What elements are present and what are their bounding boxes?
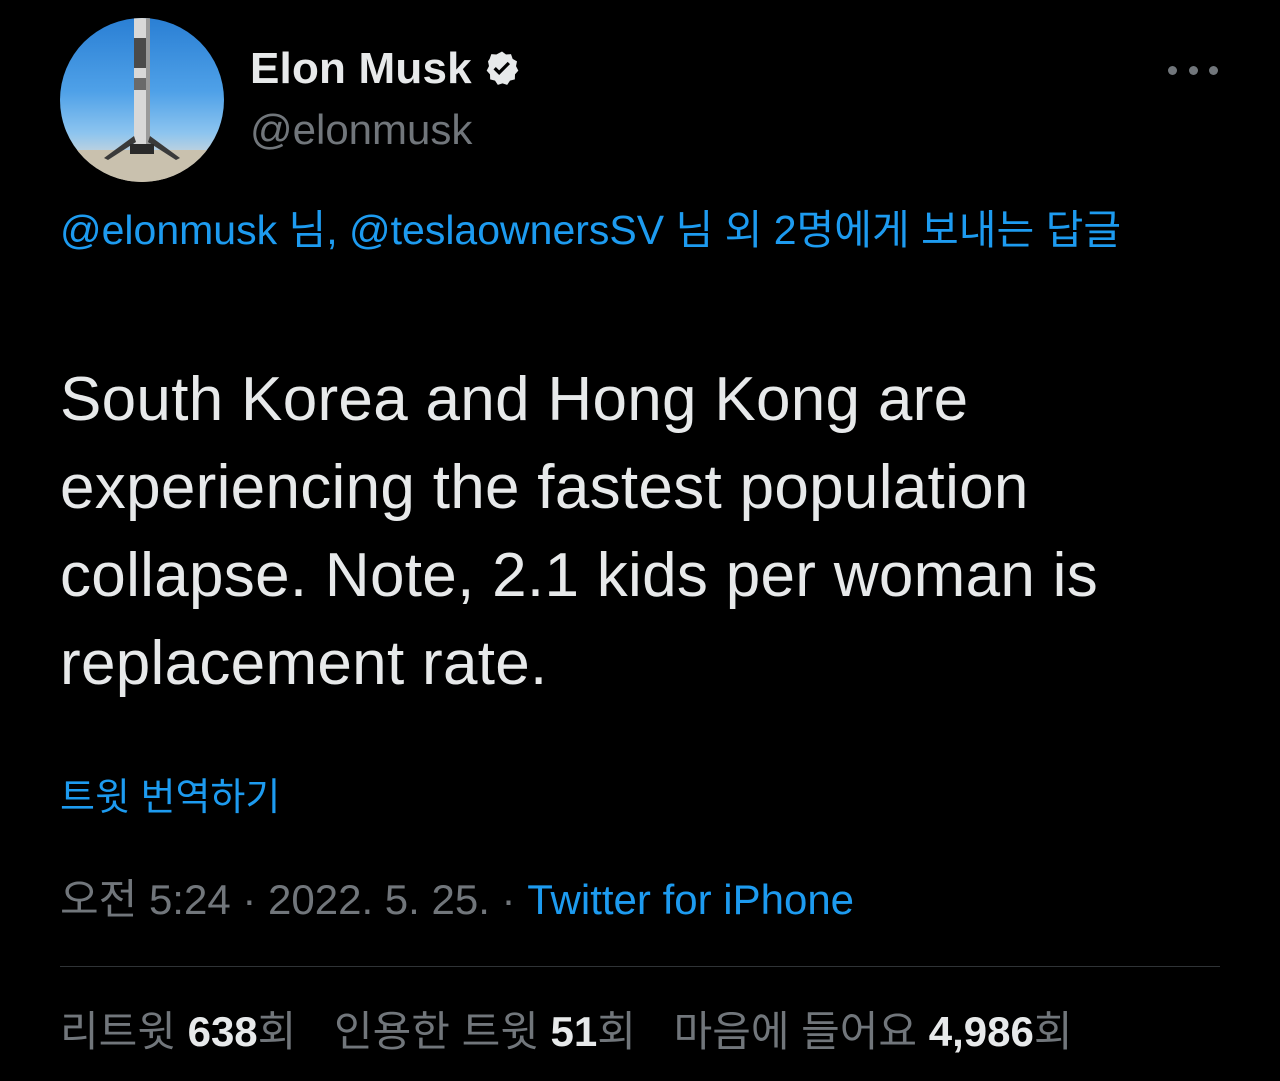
quotes-label: 인용한 트윗 (333, 1008, 551, 1055)
more-dot (1188, 65, 1198, 75)
quotes-unit: 회 (597, 1008, 636, 1055)
quotes-count: 51 (550, 1008, 598, 1055)
tweet-meta: 오전 5:24 · 2022. 5. 25. · Twitter for iPh… (60, 866, 854, 927)
likes-label: 마음에 들어요 (673, 1008, 929, 1055)
retweets-label: 리트윗 (60, 1008, 188, 1055)
reply-mention-teslaownerssv[interactable]: @teslaownersSV (349, 207, 664, 253)
more-dot (1209, 65, 1218, 75)
retweets-count: 638 (187, 1008, 258, 1055)
author-handle[interactable]: @elonmusk (250, 106, 472, 154)
tweet-time[interactable]: 오전 5:24 (60, 876, 231, 923)
meta-separator: · (489, 876, 528, 923)
likes-count: 4,986 (928, 1008, 1034, 1055)
meta-separator: · (230, 876, 269, 923)
tweet-detail: Elon Musk @elonmusk @elonmusk 님, @teslao… (0, 0, 1280, 1081)
translate-tweet-link[interactable]: 트윗 번역하기 (60, 766, 280, 821)
reply-context-text: 님, (277, 207, 349, 253)
tweet-stats: 리트윗 638회 인용한 트윗 51회 마음에 들어요 4,986회 (60, 998, 1099, 1059)
quotes-stat[interactable]: 인용한 트윗 51회 (334, 1008, 636, 1055)
more-options-icon[interactable] (1168, 56, 1218, 84)
likes-unit: 회 (1033, 1008, 1073, 1055)
avatar[interactable] (60, 18, 224, 182)
tweet-text: South Korea and Hong Kong are experienci… (60, 365, 1099, 698)
verified-badge-icon (482, 49, 522, 89)
retweets-stat[interactable]: 리트윗 638회 (60, 1008, 296, 1055)
likes-stat[interactable]: 마음에 들어요 4,986회 (674, 1008, 1073, 1055)
divider (60, 966, 1220, 967)
avatar-image (60, 18, 224, 182)
reply-mention-elonmusk[interactable]: @elonmusk (60, 207, 277, 253)
tweet-source-link[interactable]: Twitter for iPhone (527, 876, 854, 923)
reply-context: @elonmusk 님, @teslaownersSV 님 외 2명에게 보내는… (60, 200, 1220, 260)
display-name[interactable]: Elon Musk (250, 44, 472, 94)
author-name-row[interactable]: Elon Musk (250, 44, 522, 94)
tweet-date[interactable]: 2022. 5. 25. (268, 876, 490, 923)
more-dot (1168, 65, 1177, 75)
reply-context-text: 님 외 2명에게 보내는 답글 (664, 207, 1122, 253)
retweets-unit: 회 (257, 1008, 297, 1055)
